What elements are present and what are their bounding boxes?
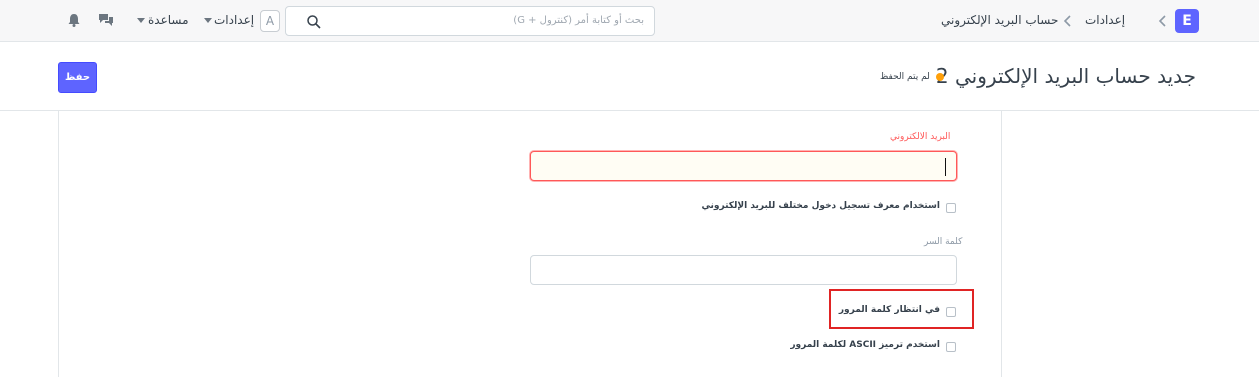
use-different-login-checkbox[interactable] — [946, 203, 956, 213]
breadcrumb-email-account[interactable]: حساب البريد الإلكتروني — [941, 13, 1058, 27]
page-head: جديد حساب البريد الإلكتروني 2 لم يتم الح… — [0, 42, 1259, 111]
use-different-login-row[interactable]: استخدام معرف تسجيل دخول مختلف للبريد الإ… — [701, 201, 956, 217]
ascii-password-label: استخدم ترميز ASCII لكلمة المرور — [790, 340, 940, 350]
search-placeholder: بحث أو كتابة أمر (كنترول + G) — [513, 15, 644, 26]
chevron-left-icon — [1157, 11, 1169, 31]
breadcrumb-settings[interactable]: إعدادات — [1085, 13, 1125, 27]
email-label: البريد الالكتروني — [890, 132, 951, 142]
app-logo[interactable]: E — [1175, 9, 1199, 33]
settings-menu[interactable]: إعدادات — [214, 13, 254, 27]
status-indicator — [936, 73, 944, 81]
chat-icon[interactable] — [98, 12, 114, 28]
bell-icon[interactable] — [66, 12, 82, 28]
avatar[interactable]: A — [260, 10, 280, 32]
use-different-login-label: استخدام معرف تسجيل دخول مختلف للبريد الإ… — [701, 201, 940, 211]
search-input[interactable]: بحث أو كتابة أمر (كنترول + G) — [285, 6, 655, 36]
page-title: جديد حساب البريد الإلكتروني 2 — [936, 64, 1196, 88]
password-field[interactable] — [530, 255, 957, 285]
ascii-password-row[interactable]: استخدم ترميز ASCII لكلمة المرور — [790, 340, 956, 356]
text-cursor — [945, 158, 946, 176]
password-label: كلمة السر — [924, 237, 963, 247]
email-field[interactable] — [530, 151, 957, 181]
navbar: E إعدادات حساب البريد الإلكتروني بحث أو … — [0, 0, 1259, 42]
status-text: لم يتم الحفظ — [880, 72, 930, 82]
chevron-left-icon — [1062, 11, 1074, 31]
help-menu[interactable]: مساعدة — [148, 13, 189, 27]
chevron-down-icon — [137, 18, 145, 23]
ascii-password-checkbox[interactable] — [946, 342, 956, 352]
search-icon — [306, 14, 322, 30]
chevron-down-icon — [204, 18, 212, 23]
save-button[interactable]: حفظ — [58, 62, 97, 93]
highlight-box — [829, 289, 974, 329]
